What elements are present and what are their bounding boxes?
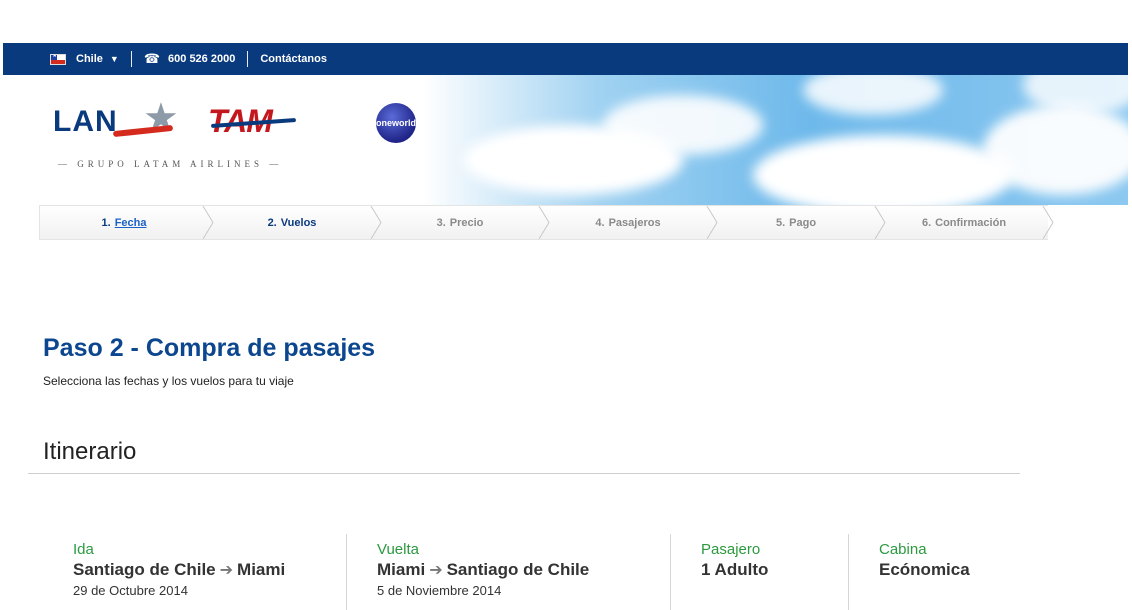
country-label: Chile <box>76 53 103 65</box>
itinerary-pasajero: Pasajero 1 Adulto <box>670 534 848 610</box>
step-label: Pago <box>789 216 817 229</box>
vuelta-destination: Santiago de Chile <box>446 560 590 579</box>
step-label: Confirmación <box>935 216 1007 229</box>
step-number: 2. <box>267 216 277 229</box>
step-vuelos: 2. Vuelos <box>208 205 382 240</box>
pasajero-label: Pasajero <box>701 541 761 558</box>
itinerary-vuelta: Vuelta Miami ➔ Santiago de Chile 5 de No… <box>346 534 670 610</box>
step-label: Precio <box>449 216 484 229</box>
step-label: Pasajeros <box>608 216 661 229</box>
booking-steps: 1. Fecha 2. Vuelos 3. Precio 4. Pasajero… <box>39 205 1054 240</box>
cabina-label: Cabina <box>879 541 927 558</box>
brand-header: LAN ★ TAM oneworld — GRUPO LATAM AIRLINE… <box>3 75 1128 205</box>
ida-date: 29 de Octubre 2014 <box>73 583 188 598</box>
step-fecha[interactable]: 1. Fecha <box>39 205 214 240</box>
chevron-right-icon <box>202 206 214 239</box>
step-number: 1. <box>101 216 111 229</box>
step-number: 6. <box>921 216 932 229</box>
chevron-right-icon <box>538 206 550 239</box>
itinerary-cabina: Cabina Ecónomica <box>848 534 1028 610</box>
ida-route: Santiago de Chile ➔ Miami <box>73 560 346 580</box>
chevron-right-icon <box>370 206 382 239</box>
cabina-value: Ecónomica <box>879 560 970 579</box>
caret-down-icon: ▼ <box>109 54 119 64</box>
divider <box>130 51 132 67</box>
sky-background <box>423 75 1128 205</box>
vuelta-date: 5 de Noviembre 2014 <box>377 583 502 598</box>
itinerary-ida: Ida Santiago de Chile ➔ Miami 29 de Octu… <box>28 534 346 610</box>
pasajero-value: 1 Adulto <box>701 560 769 579</box>
ida-label: Ida <box>73 541 94 558</box>
step-number: 3. <box>436 216 446 229</box>
step-precio: 3. Precio <box>376 205 550 240</box>
phone-number: 600 526 2000 <box>168 53 236 65</box>
step-label: Vuelos <box>280 216 317 229</box>
lan-star-icon: ★ <box>143 96 179 140</box>
section-title-itinerario: Itinerario <box>43 438 137 465</box>
country-selector[interactable]: Chile ▼ <box>76 53 119 65</box>
itinerary-summary: Ida Santiago de Chile ➔ Miami 29 de Octu… <box>28 534 1028 610</box>
step-pasajeros: 4. Pasajeros <box>544 205 718 240</box>
oneworld-logo: oneworld <box>376 103 416 143</box>
ida-destination: Miami <box>237 560 286 579</box>
group-tagline: — GRUPO LATAM AIRLINES — <box>58 159 283 169</box>
divider <box>247 51 249 67</box>
step-number: 4. <box>595 216 605 229</box>
page-title: Paso 2 - Compra de pasajes <box>43 334 376 362</box>
arrow-right-icon: ➔ <box>219 562 234 579</box>
arrow-right-icon: ➔ <box>429 562 443 579</box>
step-number: 5. <box>775 216 786 229</box>
phone-icon: ☎ <box>143 51 161 66</box>
lan-logo[interactable]: LAN <box>53 105 118 139</box>
contact-link[interactable]: Contáctanos <box>260 53 327 65</box>
step-label[interactable]: Fecha <box>115 217 147 229</box>
page-subtitle: Selecciona las fechas y los vuelos para … <box>43 374 294 388</box>
chevron-right-icon <box>1042 206 1054 239</box>
section-divider <box>28 473 1020 474</box>
vuelta-origin: Miami <box>377 560 426 579</box>
step-confirmacion: 6. Confirmación <box>880 205 1054 240</box>
step-pago: 5. Pago <box>712 205 886 240</box>
ida-origin: Santiago de Chile <box>73 560 216 579</box>
top-utility-bar: ★ Chile ▼ ☎ 600 526 2000 Contáctanos <box>3 43 1128 75</box>
chevron-right-icon <box>874 206 886 239</box>
chevron-right-icon <box>706 206 718 239</box>
chile-flag-icon: ★ <box>50 53 66 65</box>
vuelta-route: Miami ➔ Santiago de Chile <box>377 560 670 580</box>
vuelta-label: Vuelta <box>377 541 419 558</box>
